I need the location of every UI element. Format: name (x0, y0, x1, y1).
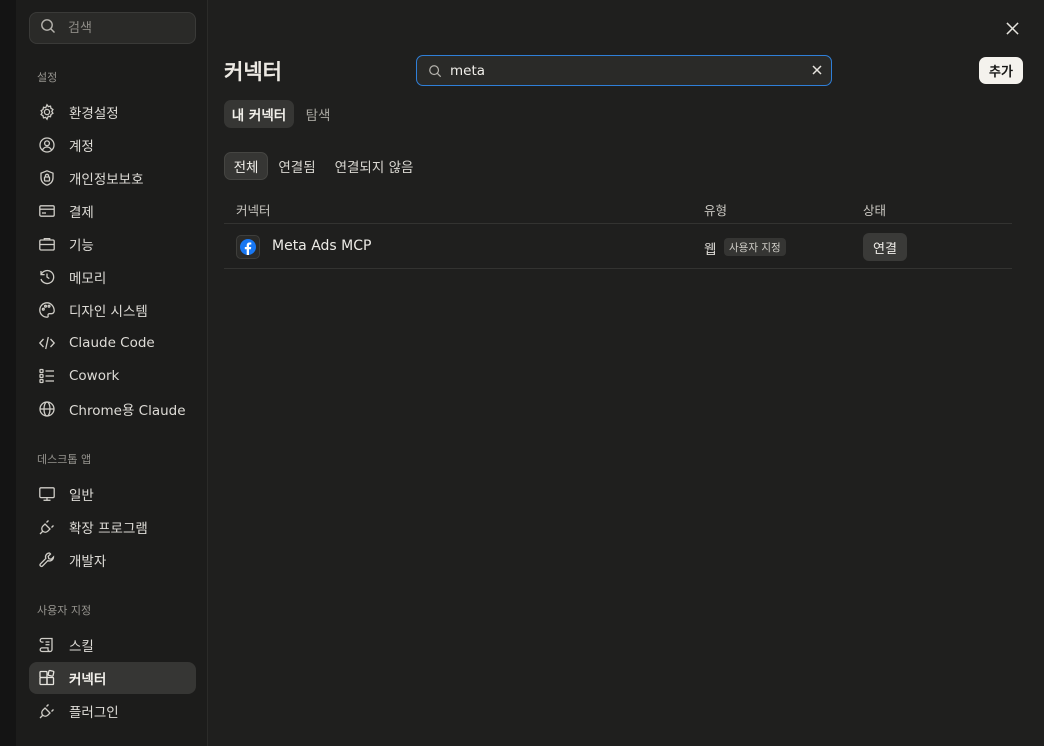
sidebar-item-label: 일반 (69, 488, 94, 504)
connect-button[interactable]: 연결 (863, 233, 907, 261)
close-button[interactable] (1002, 18, 1022, 38)
sidebar-item-plugins[interactable]: 플러그인 (29, 695, 196, 727)
sidebar-item-label: 디자인 시스템 (69, 304, 148, 320)
table-row[interactable]: Meta Ads MCP 웹 사용자 지정 연결 (224, 225, 1012, 269)
sidebar-search-input[interactable] (68, 20, 188, 36)
sidebar-item-claude-code[interactable]: Claude Code (29, 327, 196, 359)
sidebar-item-extensions[interactable]: 확장 프로그램 (29, 511, 196, 543)
header-status: 상태 (863, 203, 887, 218)
sidebar-item-billing[interactable]: 결제 (29, 195, 196, 227)
filter-connected[interactable]: 연결됨 (274, 152, 320, 180)
search-icon (40, 18, 56, 38)
sidebar-item-features[interactable]: 기능 (29, 228, 196, 260)
close-icon (1005, 21, 1019, 35)
settings-dialog: 설정 환경설정 계정 개인정보보호 결제 기능 메모리 디자인 시스템 (16, 0, 1044, 746)
gear-icon (38, 103, 56, 121)
facebook-icon (236, 235, 260, 259)
history-icon (38, 268, 56, 286)
sidebar-item-label: 계정 (69, 139, 94, 155)
sidebar-item-connectors[interactable]: 커넥터 (29, 662, 196, 694)
plug-icon (38, 518, 56, 536)
connector-search[interactable] (416, 55, 832, 86)
user-icon (38, 136, 56, 154)
sidebar-item-label: 커넥터 (69, 672, 107, 688)
custom-badge: 사용자 지정 (724, 238, 786, 256)
sidebar-item-label: 개인정보보호 (69, 172, 144, 188)
add-button[interactable]: 추가 (979, 57, 1023, 84)
sidebar-item-memory[interactable]: 메모리 (29, 261, 196, 293)
plug-icon (38, 702, 56, 720)
monitor-icon (38, 485, 56, 503)
sidebar-item-label: Cowork (69, 368, 120, 384)
connector-name: Meta Ads MCP (272, 238, 372, 254)
sidebar-item-cowork[interactable]: Cowork (29, 360, 196, 392)
connector-search-input[interactable] (450, 62, 790, 79)
wrench-icon (38, 551, 56, 569)
checklist-icon (38, 367, 56, 385)
sidebar-item-general[interactable]: 일반 (29, 478, 196, 510)
header-connector: 커넥터 (236, 203, 271, 218)
sidebar-item-label: 플러그인 (69, 705, 119, 721)
section-label-settings: 설정 (37, 71, 58, 84)
sidebar-item-label: 메모리 (69, 271, 107, 287)
section-label-custom: 사용자 지정 (37, 604, 92, 617)
code-icon (38, 334, 56, 352)
sidebar-item-preferences[interactable]: 환경설정 (29, 96, 196, 128)
briefcase-icon (38, 235, 56, 253)
search-icon (429, 64, 442, 77)
credit-card-icon (38, 202, 56, 220)
globe-icon (38, 400, 56, 418)
sidebar: 설정 환경설정 계정 개인정보보호 결제 기능 메모리 디자인 시스템 (16, 0, 208, 746)
page-title: 커넥터 (224, 60, 282, 84)
sidebar-item-label: Chrome용 Claude (69, 403, 186, 419)
palette-icon (38, 301, 56, 319)
sidebar-item-skills[interactable]: 스킬 (29, 629, 196, 661)
sidebar-search[interactable] (29, 12, 196, 44)
filter-all[interactable]: 전체 (224, 152, 268, 180)
main-panel: 커넥터 추가 내 커넥터 탐색 전체 연결됨 연결되지 않음 커넥터 유형 상태… (208, 0, 1044, 746)
sidebar-item-label: Claude Code (69, 335, 155, 351)
blocks-icon (38, 669, 56, 687)
sidebar-item-chrome-claude[interactable]: Chrome용 Claude (29, 393, 196, 425)
sidebar-item-privacy[interactable]: 개인정보보호 (29, 162, 196, 194)
sidebar-item-label: 개발자 (69, 554, 107, 570)
sidebar-item-label: 결제 (69, 205, 94, 221)
header-type: 유형 (704, 203, 728, 218)
tab-my-connectors[interactable]: 내 커넥터 (224, 100, 294, 128)
sidebar-item-label: 스킬 (69, 639, 94, 655)
sidebar-item-label: 환경설정 (69, 106, 119, 122)
connector-type: 웹 (704, 242, 717, 258)
filter-not-connected[interactable]: 연결되지 않음 (332, 152, 416, 180)
table-header: 커넥터 유형 상태 (224, 196, 1012, 224)
sidebar-item-developer[interactable]: 개발자 (29, 544, 196, 576)
scroll-icon (38, 636, 56, 654)
section-label-desktop: 데스크톱 앱 (37, 453, 92, 466)
clear-search-icon[interactable] (811, 64, 823, 76)
tab-explore[interactable]: 탐색 (298, 100, 338, 128)
sidebar-item-design-system[interactable]: 디자인 시스템 (29, 294, 196, 326)
sidebar-item-label: 확장 프로그램 (69, 521, 148, 537)
lock-shield-icon (38, 169, 56, 187)
sidebar-item-label: 기능 (69, 238, 94, 254)
sidebar-item-account[interactable]: 계정 (29, 129, 196, 161)
